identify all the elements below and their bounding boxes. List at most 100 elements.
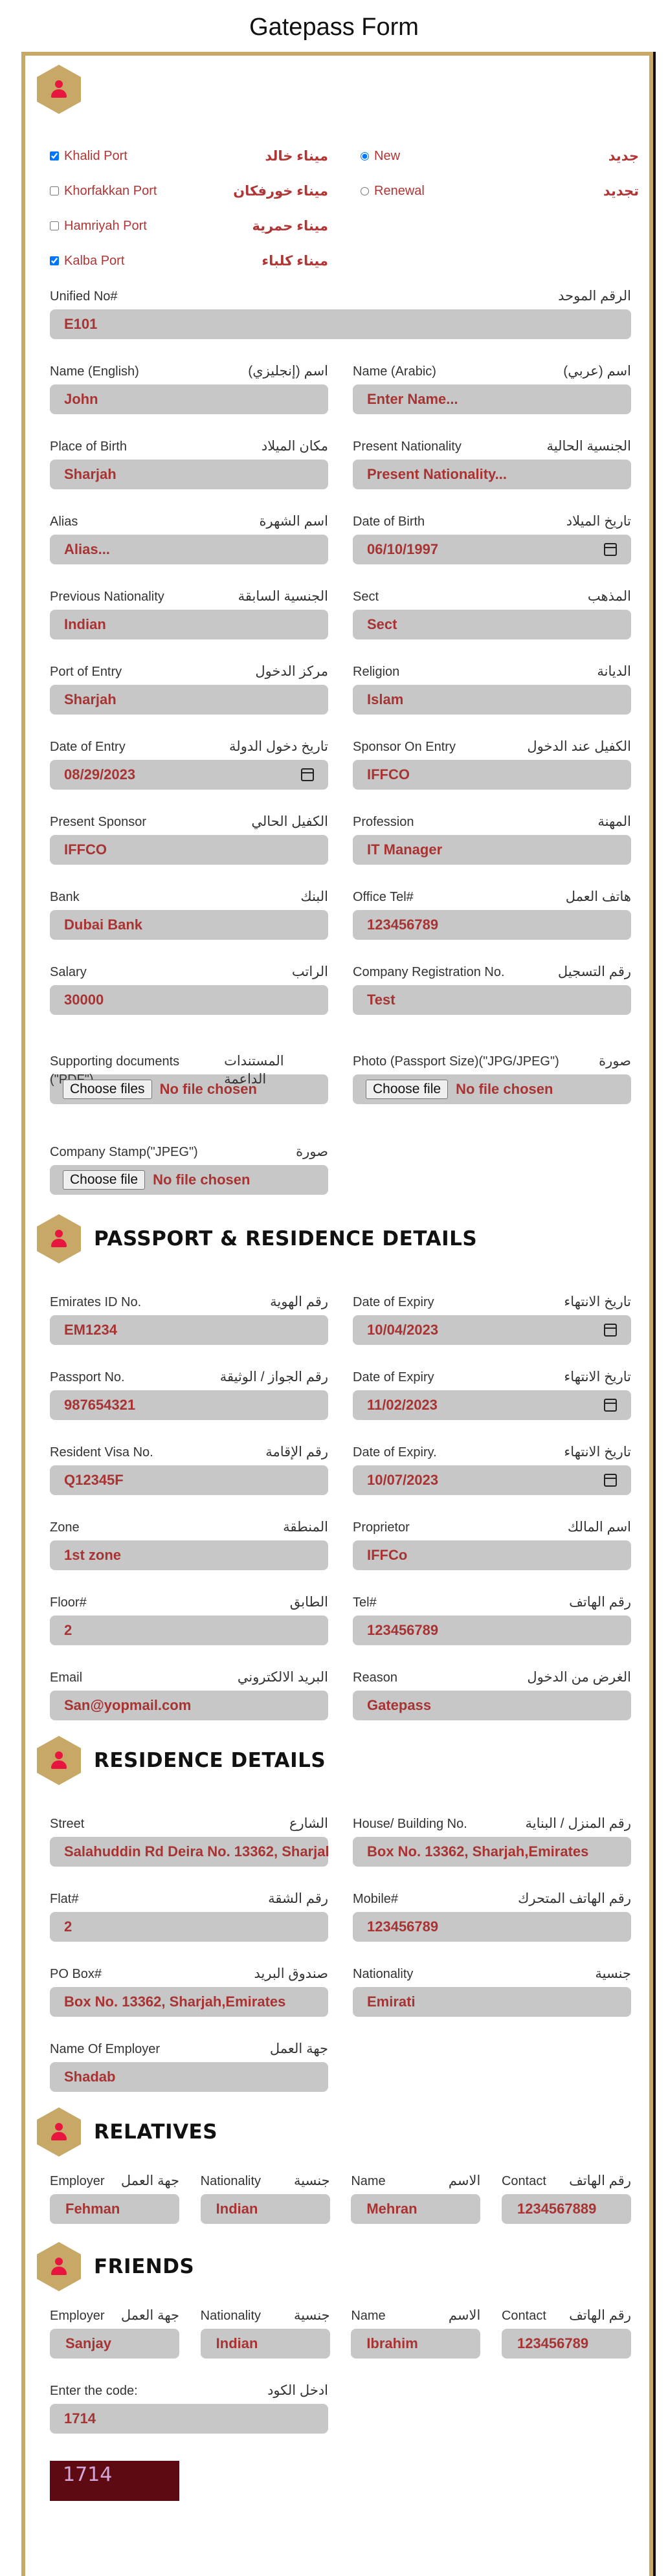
zone-input[interactable]: 1st zone [50, 1540, 328, 1570]
company-registration-no-input[interactable]: Test [353, 985, 631, 1015]
mobile-input[interactable]: 123456789 [353, 1912, 631, 1942]
calendar-icon[interactable] [604, 1474, 617, 1487]
zone-field: Zone المنطقة 1st zone [50, 1518, 328, 1570]
salary-input[interactable]: 30000 [50, 985, 328, 1015]
reason-input[interactable]: Gatepass [353, 1691, 631, 1720]
request-type-radio[interactable] [361, 186, 369, 195]
relatives-nationality-input[interactable]: Indian [200, 2194, 330, 2224]
mobile-field: Mobile# رقم الهاتف المتحرك 123456789 [353, 1890, 631, 1942]
relatives-contact-field: Contact رقم الهاتف 1234567889 [501, 2172, 631, 2224]
friends-section-header: FRIENDS [37, 2234, 638, 2299]
friends-contact-field: Contact رقم الهاتف 123456789 [501, 2307, 631, 2359]
choose-file-button[interactable]: Choose file [366, 1080, 449, 1099]
passport-no-input[interactable]: 987654321 [50, 1390, 328, 1420]
relatives-name-input[interactable]: Mehran [351, 2194, 481, 2224]
friends-name-input[interactable]: Ibrahim [351, 2329, 481, 2359]
street-field: Street الشارع Salahuddin Rd Deira No. 1336… [50, 1815, 328, 1867]
residence-section-header: RESIDENCE DETAILS [37, 1728, 638, 1793]
date-of-birth-field: Date of Birth تاريخ الميلاد 06/10/1997 [353, 513, 631, 564]
port-option-khalid-port[interactable]: Khalid Port ميناء خالد [50, 139, 328, 173]
tel-input[interactable]: 123456789 [353, 1616, 631, 1645]
port-option-khorfakkan-port[interactable]: Khorfakkan Port ميناء خورفكان [50, 173, 328, 208]
present-sponsor-input[interactable]: IFFCO [50, 835, 328, 865]
choose-file-button[interactable]: Choose file [63, 1170, 146, 1190]
port-checkbox[interactable] [50, 151, 59, 161]
po-box-input[interactable]: Box No. 13362, Sharjah,Emirates [50, 1987, 328, 2017]
relatives-employer-field: Employer جهة العمل Fehman [50, 2172, 179, 2224]
photo-upload[interactable]: Choose file No file chosen [353, 1074, 631, 1104]
date-of-expiry-input[interactable]: 11/02/2023 [353, 1390, 631, 1420]
alias-input[interactable]: Alias... [50, 535, 328, 564]
port-checkbox[interactable] [50, 221, 59, 230]
house-building-no-field: House/ Building No. رقم المنزل / البناية B… [353, 1815, 631, 1867]
relatives-contact-input[interactable]: 1234567889 [501, 2194, 631, 2224]
passport-row: Zone المنطقة 1st zone Proprietor اسم المالك I… [50, 1518, 631, 1570]
proprietor-field: Proprietor اسم المالك IFFCo [353, 1518, 631, 1570]
office-tel-input[interactable]: 123456789 [353, 910, 631, 940]
bank-input[interactable]: Dubai Bank [50, 910, 328, 940]
personal-row: Date of Entry تاريخ دخول الدولة 08/29/2023… [50, 738, 631, 790]
friends-employer-input[interactable]: Sanjay [50, 2329, 179, 2359]
unified-no-input[interactable]: E101 [50, 309, 631, 339]
calendar-icon[interactable] [604, 1324, 617, 1337]
nationality-input[interactable]: Emirati [353, 1987, 631, 2017]
name-arabic-input[interactable]: Enter Name... [353, 384, 631, 414]
port-option-hamriyah-port[interactable]: Hamriyah Port ميناء حمرية [50, 208, 328, 243]
floor-field: Floor# الطابق 2 [50, 1593, 328, 1645]
relatives-employer-input[interactable]: Fehman [50, 2194, 179, 2224]
house-building-no-input[interactable]: Box No. 13362, Sharjah,Emirates [353, 1837, 631, 1867]
flat-input[interactable]: 2 [50, 1912, 328, 1942]
section-badge [37, 65, 81, 114]
date-of-entry-field: Date of Entry تاريخ دخول الدولة 08/29/2023 [50, 738, 328, 790]
personal-row: Present Sponsor الكفيل الحالي IFFCO Profess… [50, 813, 631, 865]
date-of-birth-input[interactable]: 06/10/1997 [353, 535, 631, 564]
resident-visa-no-input[interactable]: Q12345F [50, 1465, 328, 1495]
name-english-field: Name (English) اسم (إنجليزي) John [50, 362, 328, 414]
previous-nationality-input[interactable]: Indian [50, 610, 328, 639]
passport-row: Passport No. رقم الجواز / الوثيقة 98765432… [50, 1368, 631, 1420]
port-checkbox[interactable] [50, 256, 59, 265]
present-nationality-input[interactable]: Present Nationality... [353, 460, 631, 489]
emirates-id-no-input[interactable]: EM1234 [50, 1315, 328, 1345]
company-stamp-upload[interactable]: Choose file No file chosen [50, 1165, 328, 1195]
previous-nationality-field: Previous Nationality الجنسية السابقة India… [50, 588, 328, 639]
proprietor-input[interactable]: IFFCo [353, 1540, 631, 1570]
port-option-kalba-port[interactable]: Kalba Port ميناء كلباء [50, 243, 328, 278]
date-of-expiry-input[interactable]: 10/07/2023 [353, 1465, 631, 1495]
port-checkbox[interactable] [50, 186, 59, 195]
date-of-expiry-input[interactable]: 10/04/2023 [353, 1315, 631, 1345]
present-nationality-field: Present Nationality الجنسية الحالية Presen… [353, 438, 631, 489]
personal-row: Previous Nationality الجنسية السابقة India… [50, 588, 631, 639]
friends-nationality-input[interactable]: Indian [200, 2329, 330, 2359]
place-of-birth-input[interactable]: Sharjah [50, 460, 328, 489]
sponsor-on-entry-input[interactable]: IFFCO [353, 760, 631, 790]
port-of-entry-input[interactable]: Sharjah [50, 685, 328, 715]
relatives-section-header: RELATIVES [37, 2100, 638, 2164]
calendar-icon[interactable] [301, 768, 314, 781]
friends-contact-input[interactable]: 123456789 [501, 2329, 631, 2359]
tel-field: Tel# رقم الهاتف 123456789 [353, 1593, 631, 1645]
street-input[interactable]: Salahuddin Rd Deira No. 13362, Sharjah [50, 1837, 328, 1867]
relatives-nationality-field: Nationality جنسية Indian [200, 2172, 330, 2224]
date-of-entry-input[interactable]: 08/29/2023 [50, 760, 328, 790]
calendar-icon[interactable] [604, 543, 617, 556]
floor-input[interactable]: 2 [50, 1616, 328, 1645]
friends-row: Employer جهة العمل Sanjay Nationality جنسية I… [50, 2307, 631, 2359]
user-icon [49, 1751, 69, 1770]
email-input[interactable]: San@yopmail.com [50, 1691, 328, 1720]
religion-input[interactable]: Islam [353, 685, 631, 715]
name-english-input[interactable]: John [50, 384, 328, 414]
sect-field: Sect المذهب Sect [353, 588, 631, 639]
passport-section-header: PASSPORT & RESIDENCE DETAILS [37, 1206, 638, 1271]
employer-input[interactable]: Shadab [50, 2062, 328, 2092]
sect-input[interactable]: Sect [353, 610, 631, 639]
resident-visa-no-field: Resident Visa No. رقم الإقامة Q12345F [50, 1443, 328, 1495]
request-type-radio[interactable] [361, 151, 369, 161]
profession-input[interactable]: IT Manager [353, 835, 631, 865]
relatives-name-field: Name الاسم Mehran [351, 2172, 481, 2224]
code-input[interactable]: 1714 [50, 2404, 328, 2434]
request-type-renewal[interactable]: Renewal تجديد [361, 173, 639, 208]
calendar-icon[interactable] [604, 1399, 617, 1412]
request-type-new[interactable]: New جديد [361, 139, 639, 173]
choose-files-button[interactable]: Choose files [63, 1080, 152, 1099]
